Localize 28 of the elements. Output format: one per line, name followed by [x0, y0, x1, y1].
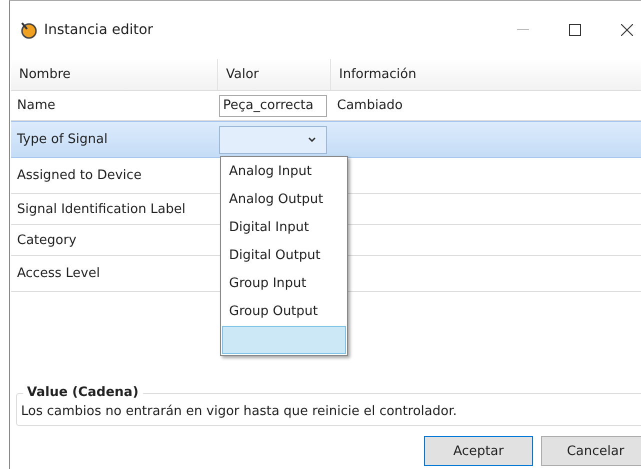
- dropdown-option[interactable]: Digital Output: [221, 241, 347, 269]
- dropdown-option[interactable]: Analog Output: [221, 185, 347, 213]
- info-message: Los cambios no entrarán en vigor hasta que reinicie el controlador.: [21, 404, 458, 419]
- close-icon: [621, 24, 633, 36]
- dropdown-option[interactable]: Analog Input: [221, 157, 347, 185]
- property-name: Assigned to Device: [16, 167, 143, 185]
- minimize-icon: [517, 29, 529, 31]
- accept-button[interactable]: Aceptar: [424, 436, 533, 466]
- property-name: Name: [16, 97, 56, 115]
- window-title: Instancia editor: [44, 22, 154, 38]
- property-name: Signal Identification Label: [16, 200, 187, 218]
- dropdown-option[interactable]: Digital Input: [221, 213, 347, 241]
- property-name: Type of Signal: [16, 131, 109, 149]
- dropdown-option[interactable]: Group Input: [221, 269, 347, 297]
- maximize-icon: [569, 24, 581, 36]
- chevron-icon: [308, 137, 316, 142]
- column-header[interactable]: Nombre: [11, 59, 218, 90]
- dropdown-option[interactable]: Group Output: [221, 297, 347, 325]
- group-title: Value (Cadena): [23, 385, 143, 400]
- column-header[interactable]: Valor: [218, 59, 331, 90]
- cancel-button[interactable]: Cancelar: [541, 436, 641, 466]
- blank-option[interactable]: [222, 326, 346, 354]
- value-field[interactable]: Peça_correcta: [219, 94, 327, 116]
- table-row[interactable]: Type of Signal: [11, 121, 641, 158]
- property-name: Category: [16, 232, 78, 250]
- property-name: Access Level: [16, 265, 101, 283]
- type-dropdown[interactable]: [219, 126, 327, 154]
- info-text: Cambiado: [336, 97, 404, 115]
